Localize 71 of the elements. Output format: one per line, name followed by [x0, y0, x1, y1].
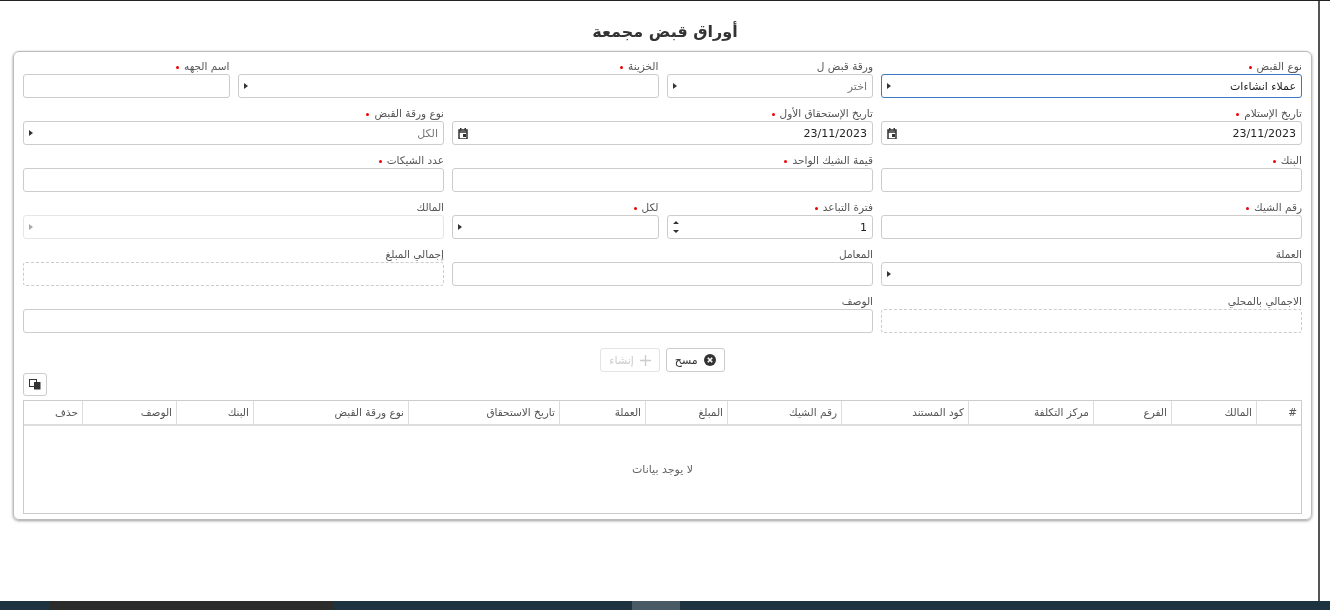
column-header[interactable]: حذف: [24, 401, 82, 424]
field-label: نوع ورقة القبض: [366, 107, 444, 119]
export-button[interactable]: [23, 373, 47, 396]
input-field[interactable]: [23, 309, 873, 333]
dropdown-caret-icon: [29, 224, 33, 230]
column-header[interactable]: البنك: [176, 401, 253, 424]
field-label: تاريخ الإستلام: [1236, 107, 1302, 119]
column-header[interactable]: المالك: [1171, 401, 1256, 424]
field-label: رقم الشيك: [1246, 201, 1302, 213]
field-label: قيمة الشيك الواحد: [784, 154, 873, 166]
field-label: المالك: [416, 201, 444, 213]
dropdown-field[interactable]: [237, 74, 659, 98]
field-label: لكل: [633, 201, 659, 213]
input-field[interactable]: [881, 215, 1302, 239]
date-field[interactable]: 23/11/2023: [881, 121, 1302, 145]
dropdown-caret-icon: [29, 130, 33, 136]
field-label: اسم الجهه: [176, 60, 230, 72]
dropdown-caret-icon: [887, 271, 891, 277]
page-title: أوراق قبض مجمعة: [591, 21, 739, 43]
clear-button[interactable]: مسح: [665, 348, 725, 372]
dropdown-field[interactable]: عملاء انشاءات: [881, 74, 1302, 98]
column-header[interactable]: #: [1256, 401, 1301, 424]
field-value: 1: [859, 220, 867, 234]
field-label: عدد الشيكات: [378, 154, 444, 166]
field-value: 23/11/2023: [1231, 126, 1296, 140]
column-header[interactable]: الوصف: [82, 401, 176, 424]
column-header[interactable]: نوع ورقة القبض: [253, 401, 408, 424]
column-header[interactable]: كود المستند: [841, 401, 968, 424]
input-field[interactable]: [23, 74, 230, 98]
field-label: البنك: [1272, 154, 1302, 166]
field-placeholder: اختر: [846, 79, 867, 93]
input-field[interactable]: [452, 168, 873, 192]
input-field[interactable]: [452, 262, 873, 286]
dropdown-caret-icon: [243, 83, 248, 89]
column-header[interactable]: المبلغ: [645, 401, 727, 424]
field-label: العملة: [1275, 248, 1302, 260]
dropdown-caret-icon: [887, 83, 891, 89]
number-field[interactable]: 1: [666, 215, 873, 239]
field-label: الاجمالي بالمحلي: [1227, 295, 1302, 307]
field-label: الخزينة: [620, 60, 659, 72]
dropdown-field[interactable]: اختر: [666, 74, 873, 98]
plus-icon: [639, 354, 651, 366]
field-label: فترة التباعد: [814, 201, 873, 213]
field-label: المعامل: [838, 248, 873, 260]
column-header[interactable]: تاريخ الاستحقاق: [408, 401, 559, 424]
copy-icon: [29, 379, 41, 390]
column-header[interactable]: العملة: [559, 401, 645, 424]
calendar-icon[interactable]: [887, 127, 897, 139]
input-field[interactable]: [23, 168, 444, 192]
field-value: 23/11/2023: [802, 126, 867, 140]
field-label: الوصف: [841, 295, 873, 307]
empty-message: لا يوجد بيانات: [631, 463, 694, 476]
spinner-arrows-icon[interactable]: [672, 220, 679, 234]
dropdown-caret-icon: [672, 83, 677, 89]
calendar-icon[interactable]: [458, 127, 468, 139]
dropdown-field[interactable]: [452, 215, 659, 239]
dropdown-caret-icon: [458, 224, 462, 230]
input-field[interactable]: [881, 168, 1302, 192]
field-value: عملاء انشاءات: [1228, 79, 1296, 93]
field-label: ورقة قبض ل: [816, 60, 873, 72]
close-circle-icon: [703, 354, 716, 366]
column-header[interactable]: مركز التكلفة: [968, 401, 1093, 424]
dropdown-field[interactable]: [881, 262, 1302, 286]
column-header[interactable]: الفرع: [1093, 401, 1171, 424]
date-field[interactable]: 23/11/2023: [452, 121, 873, 145]
field-placeholder: الكل: [416, 126, 438, 140]
column-header[interactable]: رقم الشيك: [727, 401, 841, 424]
field-label: إجمالي المبلغ: [385, 248, 444, 260]
field-label: تاريخ الإستحقاق الأول: [771, 107, 873, 119]
field-label: نوع القبض: [1248, 60, 1302, 72]
dropdown-field[interactable]: الكل: [23, 121, 444, 145]
